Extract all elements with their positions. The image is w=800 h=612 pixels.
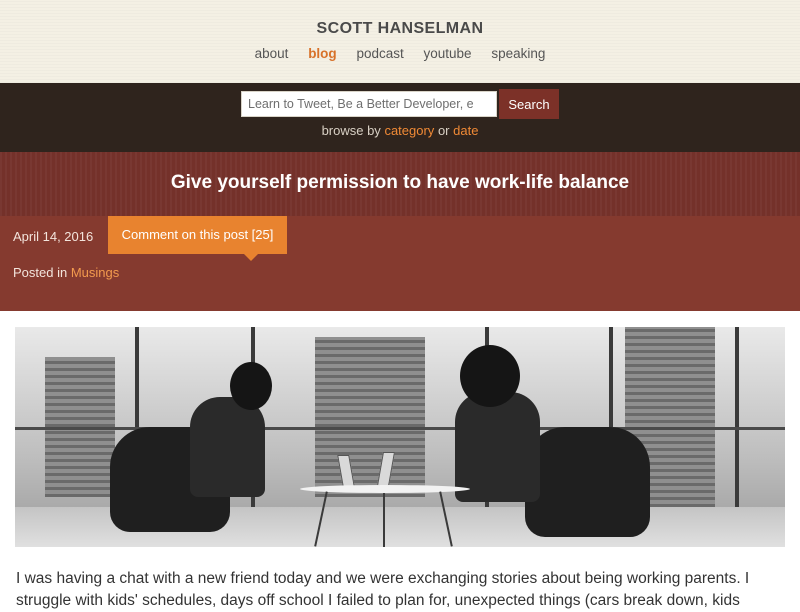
post-body-line: I was having a chat with a new friend to… bbox=[16, 570, 750, 587]
person-right bbox=[455, 392, 540, 502]
nav-item-about[interactable]: about bbox=[255, 46, 289, 61]
nav-item-blog[interactable]: blog bbox=[308, 46, 337, 61]
search-button[interactable]: Search bbox=[499, 89, 559, 119]
post-title: Give yourself permission to have work-li… bbox=[170, 172, 630, 193]
comment-link-label: Comment on this post [25] bbox=[121, 227, 274, 242]
comment-link[interactable]: Comment on this post [25] bbox=[108, 216, 287, 261]
main-nav: about blog podcast youtube speaking bbox=[0, 46, 800, 61]
posted-in-prefix: Posted in bbox=[13, 265, 68, 280]
post-meta-band: April 14, 2016 Comment on this post [25]… bbox=[0, 216, 800, 311]
browse-prefix: browse by bbox=[321, 123, 381, 138]
post-title-band: Give yourself permission to have work-li… bbox=[0, 152, 800, 216]
post-body: I was having a chat with a new friend to… bbox=[16, 568, 786, 612]
category-link[interactable]: Musings bbox=[71, 265, 119, 280]
posted-in: Posted in Musings bbox=[13, 265, 119, 280]
nav-item-podcast[interactable]: podcast bbox=[356, 46, 403, 61]
nav-item-speaking[interactable]: speaking bbox=[491, 46, 545, 61]
person-left-head bbox=[230, 362, 272, 410]
nav-item-youtube[interactable]: youtube bbox=[424, 46, 472, 61]
post-body-line: struggle with kids' schedules, days off … bbox=[16, 592, 740, 609]
table-leg bbox=[383, 493, 385, 547]
site-header: SCOTT HANSELMAN about blog podcast youtu… bbox=[0, 0, 800, 83]
window-rail bbox=[15, 427, 785, 430]
chair bbox=[525, 427, 650, 537]
browse-category-link[interactable]: category bbox=[384, 123, 434, 138]
comment-bubble-tail bbox=[244, 254, 258, 261]
person-left bbox=[190, 397, 265, 497]
browse-line: browse by category or date bbox=[0, 123, 800, 138]
building bbox=[315, 337, 425, 497]
post-hero-image bbox=[15, 327, 785, 547]
post-date: April 14, 2016 bbox=[13, 229, 94, 244]
search-input[interactable] bbox=[241, 91, 497, 117]
browse-date-link[interactable]: date bbox=[453, 123, 478, 138]
person-right-head bbox=[460, 345, 520, 407]
site-title-link[interactable]: SCOTT HANSELMAN bbox=[0, 20, 800, 38]
browse-or: or bbox=[437, 123, 450, 138]
search-band: Search browse by category or date bbox=[0, 83, 800, 152]
